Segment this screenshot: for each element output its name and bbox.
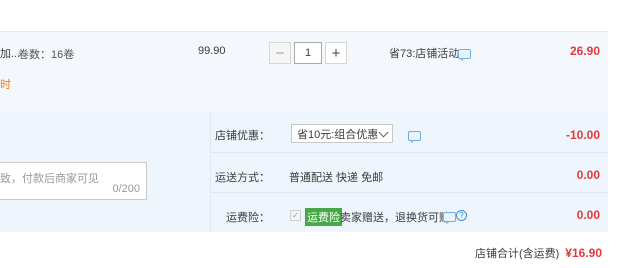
shop-total: 店铺合计(含运费) ¥16.90 [475, 245, 602, 261]
message-char-count: 0/200 [112, 183, 140, 195]
shipping-method: 普通配送 快递 免邮 [289, 172, 384, 184]
insurance-text: 卖家赠送，退换货可赔 [340, 212, 450, 224]
checkbox-icon[interactable]: ✓ [290, 210, 301, 221]
question-icon[interactable]: ? [456, 210, 467, 221]
chat-icon[interactable] [458, 49, 471, 61]
cart-item-row: 加... 卷数：16卷 时 99.90 − 1 + 省73:店铺活动 26.90 [0, 31, 608, 113]
chat-icon[interactable] [408, 131, 421, 143]
chat-icon[interactable] [443, 212, 456, 224]
row-divider [211, 152, 608, 153]
item-subtotal: 26.90 [569, 44, 600, 58]
shop-total-amount: ¥16.90 [565, 246, 602, 260]
row-divider [211, 192, 608, 193]
item-sub-note: 时 [0, 79, 11, 91]
unit-price: 99.90 [198, 45, 226, 57]
plus-icon[interactable]: + [325, 42, 347, 64]
shipping-label: 运送方式： [215, 172, 270, 184]
shipping-amount: 0.00 [576, 168, 600, 182]
shop-discount-select[interactable]: 省10元:组合优惠 [291, 124, 393, 143]
message-placeholder: 致，付款后商家可见 [0, 173, 99, 185]
column-divider [210, 112, 211, 232]
shop-discount-amount: -10.00 [565, 128, 600, 142]
insurance-label: 运费险： [226, 212, 270, 224]
shop-total-label: 店铺合计(含运费) [474, 248, 560, 260]
chevron-down-icon [378, 127, 389, 138]
insurance-amount: 0.00 [576, 208, 600, 222]
shop-discount-value: 省10元:组合优惠 [297, 128, 379, 141]
shop-discount-label: 店铺优惠： [215, 130, 270, 142]
insurance-badge: 运费险 [305, 208, 342, 226]
quantity-input[interactable]: 1 [294, 42, 322, 64]
quantity-stepper: − 1 + [269, 42, 347, 64]
promo-text: 省73:店铺活动 [389, 48, 460, 60]
minus-icon[interactable]: − [269, 42, 291, 64]
order-options: 致，付款后商家可见 0/200 店铺优惠： 省10元:组合优惠 -10.00 运… [0, 112, 608, 232]
item-spec: 卷数：16卷 [18, 49, 75, 61]
message-to-seller-input[interactable]: 致，付款后商家可见 0/200 [0, 162, 147, 200]
